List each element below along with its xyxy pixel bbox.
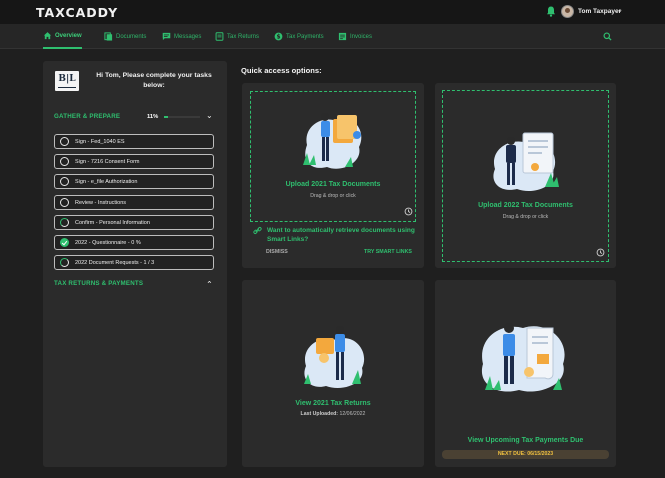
tab-messages[interactable]: Messages (162, 24, 201, 49)
tax-returns-illustration-icon (304, 326, 365, 388)
main-nav: Overview Documents Messages Tax Returns … (0, 24, 665, 49)
upload-illustration-icon (303, 113, 362, 169)
upload-illustration-icon (493, 132, 559, 191)
task-item[interactable]: Sign - e_file Authorization (54, 174, 214, 189)
task-status-icon (60, 137, 69, 146)
messages-icon (162, 32, 171, 41)
task-item[interactable]: Sign - Fed_1040 ES (54, 134, 214, 149)
tax-returns-heading[interactable]: TAX RETURNS & PAYMENTS (54, 280, 143, 287)
upload-2021-subtitle: Drag & drop or click (310, 193, 356, 199)
documents-icon (104, 32, 113, 41)
upload-2022-subtitle: Drag & drop or click (502, 214, 549, 220)
progress-bar-fill (164, 116, 168, 118)
tab-invoices[interactable]: Invoices (338, 24, 372, 49)
task-item[interactable]: 2022 Document Requests - 1 / 3 (54, 255, 214, 270)
upload-2021-title[interactable]: Upload 2021 Tax Documents (242, 181, 424, 188)
bell-icon[interactable] (546, 6, 556, 17)
task-item[interactable]: Sign - 7216 Consent Form (54, 154, 214, 169)
next-due-badge: NEXT DUE: 06/15/2023 (442, 450, 609, 459)
progress-percent: 11% (147, 114, 159, 120)
tab-overview[interactable]: Overview (43, 24, 82, 49)
search-icon[interactable] (603, 32, 612, 41)
task-item[interactable]: 2022 - Questionnaire - 0 % (54, 235, 214, 250)
upload-2022-title[interactable]: Upload 2022 Tax Documents (435, 202, 616, 209)
task-status-icon (60, 177, 69, 186)
tax-returns-icon (215, 32, 224, 41)
tax-payments-title[interactable]: View Upcoming Tax Payments Due (435, 437, 616, 444)
upload-2022-card: Upload 2022 Tax Documents Drag & drop or… (435, 83, 616, 268)
dismiss-button[interactable]: DISMISS (266, 249, 288, 255)
svg-text:$: $ (276, 35, 280, 41)
tasks-panel: B|L Hi Tom, Please complete your tasks b… (43, 61, 227, 467)
tab-tax-returns[interactable]: Tax Returns (215, 24, 259, 49)
greeting-text: Hi Tom, Please complete your tasks below… (96, 72, 212, 89)
chevron-down-icon[interactable]: ⌄ (617, 6, 623, 14)
task-item[interactable]: Confirm - Personal Information (54, 215, 214, 230)
progress-bar (164, 116, 200, 118)
check-icon (60, 238, 69, 247)
user-name[interactable]: Tom Taxpayer (578, 8, 621, 15)
link-icon (253, 227, 262, 234)
gather-prepare-heading[interactable]: GATHER & PREPARE (54, 113, 120, 120)
top-bar: TAXCADDY Tom Taxpayer ⌄ (0, 0, 665, 24)
view-2021-returns-card[interactable]: View 2021 Tax Returns Last Uploaded: 12/… (242, 280, 424, 467)
tab-documents[interactable]: Documents (104, 24, 146, 49)
app-logo[interactable]: TAXCADDY (36, 5, 118, 20)
tax-payments-illustration-icon (481, 323, 565, 392)
history-icon[interactable] (404, 207, 413, 216)
home-icon (43, 32, 52, 40)
tax-payments-icon: $ (274, 32, 283, 41)
quick-access-title: Quick access options: (241, 66, 322, 75)
view-2021-returns-title[interactable]: View 2021 Tax Returns (242, 400, 424, 407)
try-smart-links-button[interactable]: TRY SMART LINKS (364, 249, 412, 255)
task-item[interactable]: Review - Instructions (54, 195, 214, 210)
history-icon[interactable] (596, 248, 605, 257)
tax-payments-card[interactable]: View Upcoming Tax Payments Due (435, 280, 616, 467)
avatar[interactable] (561, 5, 574, 18)
firm-logo: B|L (55, 71, 79, 91)
task-status-icon (60, 198, 69, 207)
task-status-icon (60, 218, 69, 227)
task-status-icon (60, 258, 69, 267)
smart-links-prompt: Want to automatically retrieve documents… (267, 227, 415, 243)
tab-tax-payments[interactable]: $ Tax Payments (274, 24, 324, 49)
chevron-down-icon[interactable]: ⌄ (206, 111, 213, 120)
last-uploaded-text: Last Uploaded: 12/06/2022 (300, 411, 366, 417)
task-status-icon (60, 157, 69, 166)
chevron-up-icon[interactable]: ⌄ (206, 279, 213, 288)
invoices-icon (338, 32, 347, 41)
